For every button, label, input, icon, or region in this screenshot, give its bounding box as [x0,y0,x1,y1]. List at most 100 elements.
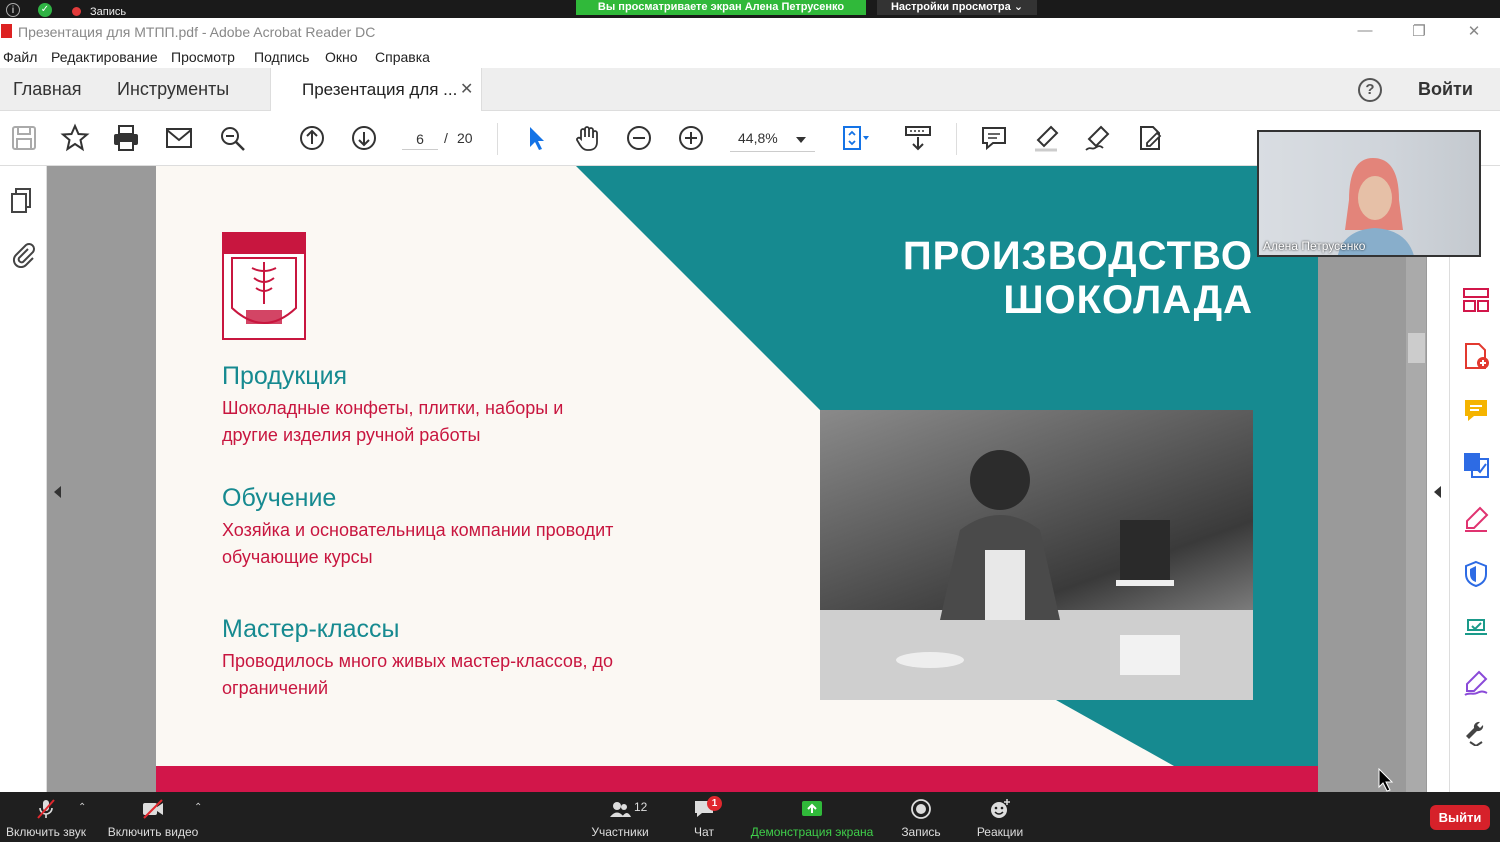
menu-help[interactable]: Справка [375,49,430,65]
toolbar-divider [956,123,957,155]
viewing-screen-banner: Вы просматриваете экран Алена Петрусенко [576,0,866,15]
chamber-of-commerce-logo [222,232,306,340]
unmute-button[interactable]: Включить звук [0,792,92,842]
tab-document[interactable]: Презентация для ... ✕ [270,68,482,111]
close-tab-icon[interactable]: ✕ [460,79,473,99]
fill-and-sign-icon[interactable] [1462,669,1490,697]
slide-title-line-1: ПРОИЗВОДСТВО [902,234,1253,278]
recording-label: Запись [90,6,127,18]
star-bookmark-icon[interactable] [60,123,90,153]
page-separator: / [444,130,448,146]
protect-shield-icon[interactable] [1462,560,1490,588]
section-heading-training: Обучение [222,484,337,512]
export-pdf-icon[interactable] [1462,451,1490,479]
close-window-button[interactable]: ✕ [1459,22,1489,40]
slide-footer-bar [156,766,1318,792]
menu-window[interactable]: Окно [325,49,358,65]
participants-label: Участники [591,825,649,839]
menu-file[interactable]: Файл [3,49,37,65]
vertical-scrollbar[interactable] [1406,166,1426,792]
restore-button[interactable]: ❐ [1404,22,1434,40]
window-title: Презентация для МТПП.pdf - Adobe Acrobat… [18,24,376,40]
save-icon[interactable] [9,123,39,153]
section-text-products: Шоколадные конфеты, плитки, наборы и дру… [222,398,564,445]
section-heading-products: Продукция [222,362,348,390]
app-tabs: Главная Инструменты Презентация для ... … [0,68,1500,111]
tab-tools[interactable]: Инструменты [117,79,229,100]
attachments-paperclip-icon[interactable] [9,240,37,269]
comment-tool-icon[interactable] [1462,397,1490,425]
pdf-app-icon [1,24,12,38]
send-for-review-icon[interactable] [1462,614,1490,642]
record-button[interactable]: Запись [895,792,947,842]
comment-icon[interactable] [979,123,1009,153]
collapse-left-pane-icon[interactable] [54,486,61,498]
zoom-level-select[interactable]: 44,8% [730,128,815,152]
email-icon[interactable] [164,123,194,153]
record-label: Запись [901,825,941,839]
zoom-meeting-controls: Включить звук ⌃ Включить видео ⌃ Участни… [0,792,1500,842]
participant-video-thumbnail[interactable]: Алена Петрусенко [1257,130,1481,257]
participants-count: 12 [634,800,648,814]
page-thumbnails-icon[interactable] [9,186,37,214]
draw-signature-icon[interactable] [1083,123,1113,153]
scrollbar-thumb[interactable] [1408,333,1425,363]
participants-icon [610,802,631,817]
share-screen-icon [802,801,822,816]
mouse-cursor-icon [1378,768,1394,792]
scroll-mode-icon[interactable] [903,123,933,153]
highlight-pen-icon[interactable] [1031,123,1061,153]
chevron-down-icon [796,137,806,143]
collapse-right-pane-icon[interactable] [1434,486,1441,498]
print-icon[interactable] [111,123,141,153]
menu-sign[interactable]: Подпись [254,49,309,65]
edit-pdf-icon[interactable] [1462,505,1490,533]
start-video-label: Включить видео [107,825,199,839]
fit-page-icon[interactable] [839,123,869,153]
leave-meeting-button[interactable]: Выйти [1430,805,1490,830]
page-number-input[interactable] [402,128,438,150]
search-zoom-icon[interactable] [217,123,247,153]
slide-title: ПРОИЗВОДСТВО ШОКОЛАДА [856,234,1253,322]
slide-title-line-2: ШОКОЛАДА [1003,278,1253,322]
zoom-level-value: 44,8% [738,130,778,146]
login-button[interactable]: Войти [1418,79,1473,100]
zoom-in-icon[interactable] [676,123,706,153]
document-tab-label: Презентация для ... [302,80,458,99]
more-tools-wrench-icon[interactable] [1462,718,1490,748]
help-icon[interactable]: ? [1358,78,1382,102]
camera-off-icon [143,799,163,819]
zoom-out-icon[interactable] [624,123,654,153]
fill-sign-icon[interactable] [1135,123,1165,153]
section-text-training: Хозяйка и основательница компании провод… [222,520,614,567]
page-total: 20 [457,130,473,146]
select-cursor-icon[interactable] [521,123,551,153]
menu-view[interactable]: Просмотр [171,49,235,65]
chocolatier-photo [820,410,1253,700]
recording-dot-icon [72,7,81,16]
window-title-bar: Презентация для МТПП.pdf - Adobe Acrobat… [0,18,1500,46]
audio-options-caret-icon[interactable]: ⌃ [78,802,86,813]
page-down-icon[interactable] [349,123,379,153]
tab-home[interactable]: Главная [13,79,82,100]
menu-edit[interactable]: Редактирование [51,49,158,65]
record-icon [911,799,931,819]
section-text-masterclasses: Проводилось много живых мастер-классов, … [222,651,614,698]
presentation-slide: ПРОИЗВОДСТВО ШОКОЛАДА Продукция Шоколадн… [156,166,1318,792]
toolbar-divider [497,123,498,155]
hand-pan-icon[interactable] [572,123,602,153]
video-options-caret-icon[interactable]: ⌃ [194,802,202,813]
view-settings-button[interactable]: Настройки просмотра ⌄ [877,0,1037,15]
page-up-icon[interactable] [297,123,327,153]
share-screen-button[interactable]: Демонстрация экрана [746,792,878,842]
start-video-button[interactable]: Включить видео [104,792,202,842]
create-pdf-icon[interactable] [1462,342,1490,370]
organize-pages-icon[interactable] [1462,286,1490,314]
right-tools-pane [1449,166,1500,792]
info-icon[interactable]: i [6,3,20,17]
zoom-top-bar: i ✓ Запись Вы просматриваете экран Алена… [0,0,1500,18]
unmute-label: Включить звук [5,825,87,839]
security-shield-icon[interactable]: ✓ [38,3,52,17]
reactions-button[interactable]: Реакции [970,792,1030,842]
minimize-button[interactable]: — [1350,22,1380,39]
